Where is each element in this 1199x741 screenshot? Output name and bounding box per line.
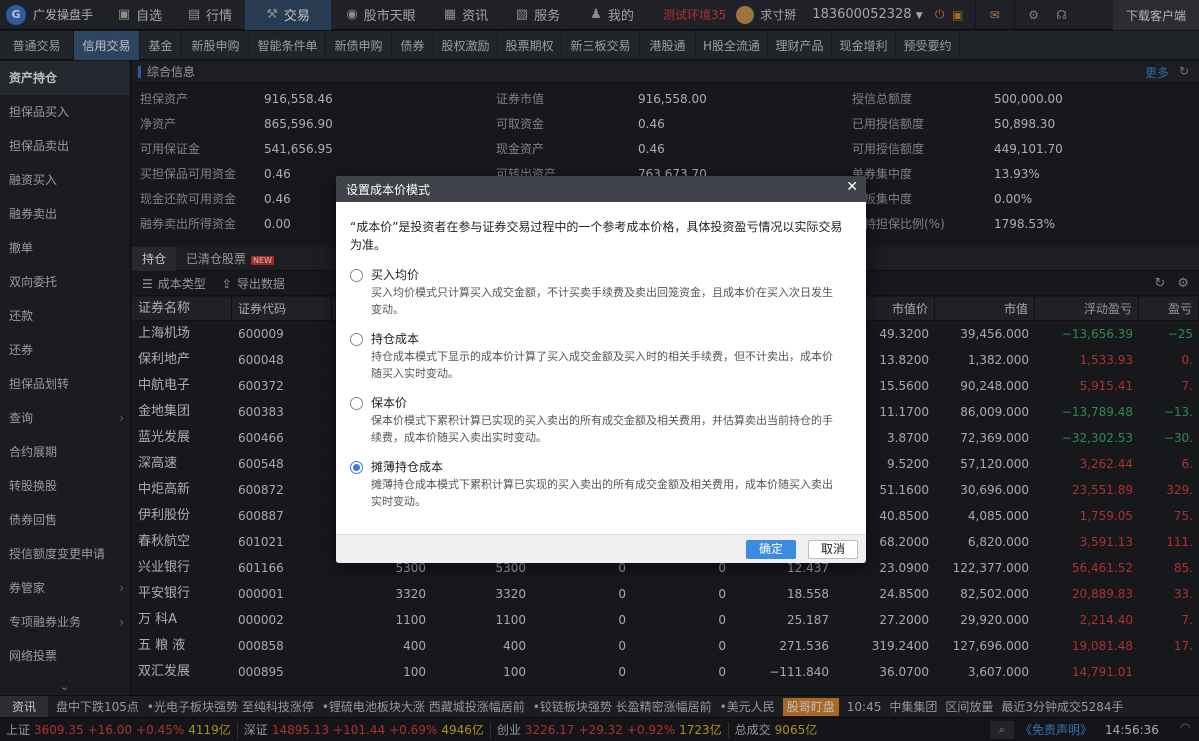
option-content: 保本价保本价模式下累积计算已实现的买入卖出的所有成交金额及相关费用，并估算卖出当… xyxy=(371,394,843,446)
confirm-button[interactable]: 确定 xyxy=(746,540,796,559)
option-title: 买入均价 xyxy=(371,268,420,282)
option-title: 摊薄持仓成本 xyxy=(371,460,444,474)
option-title: 持仓成本 xyxy=(371,332,420,346)
option-content: 持仓成本持仓成本模式下显示的成本价计算了买入成交金额及买入时的相关手续费，但不计… xyxy=(371,330,843,382)
dialog-description: “成本价”是投资者在参与证券交易过程中的一个参考成本价格，具体投资盈亏情况以实际… xyxy=(350,220,843,252)
option-title: 保本价 xyxy=(371,396,408,410)
option-text: 摊薄持仓成本模式下累积计算已实现的买入卖出的所有成交金额及相关费用，成本价随买入… xyxy=(371,478,833,508)
option-content: 买入均价买入均价模式只计算买入成交金额，不计买卖手续费及卖出回笼资金，且成本价在… xyxy=(371,266,843,318)
cost-mode-dialog: 设置成本价模式 ✕ “成本价”是投资者在参与证券交易过程中的一个参考成本价格，具… xyxy=(336,176,866,563)
cost-option[interactable]: 买入均价买入均价模式只计算买入成交金额，不计买卖手续费及卖出回笼资金，且成本价在… xyxy=(350,266,852,318)
radio-button[interactable] xyxy=(350,333,363,346)
option-text: 持仓成本模式下显示的成本价计算了买入成交金额及买入时的相关手续费，但不计卖出，成… xyxy=(371,350,833,380)
cost-option[interactable]: 持仓成本持仓成本模式下显示的成本价计算了买入成交金额及买入时的相关手续费，但不计… xyxy=(350,330,852,382)
option-text: 保本价模式下累积计算已实现的买入卖出的所有成交金额及相关费用，并估算卖出当前持仓… xyxy=(371,414,833,444)
cost-option[interactable]: 摊薄持仓成本摊薄持仓成本模式下累积计算已实现的买入卖出的所有成交金额及相关费用，… xyxy=(350,458,852,510)
cost-option[interactable]: 保本价保本价模式下累积计算已实现的买入卖出的所有成交金额及相关费用，并估算卖出当… xyxy=(350,394,852,446)
close-icon[interactable]: ✕ xyxy=(846,179,858,195)
radio-button[interactable] xyxy=(350,461,363,474)
cancel-button[interactable]: 取消 xyxy=(808,540,858,559)
dialog-footer: 确定 取消 xyxy=(336,534,866,563)
radio-button[interactable] xyxy=(350,269,363,282)
dialog-header: 设置成本价模式 ✕ xyxy=(336,176,866,202)
option-text: 买入均价模式只计算买入成交金额，不计买卖手续费及卖出回笼资金，且成本价在买入次日… xyxy=(371,286,833,316)
option-content: 摊薄持仓成本摊薄持仓成本模式下累积计算已实现的买入卖出的所有成交金额及相关费用，… xyxy=(371,458,843,510)
radio-button[interactable] xyxy=(350,397,363,410)
dialog-title: 设置成本价模式 xyxy=(346,182,431,197)
